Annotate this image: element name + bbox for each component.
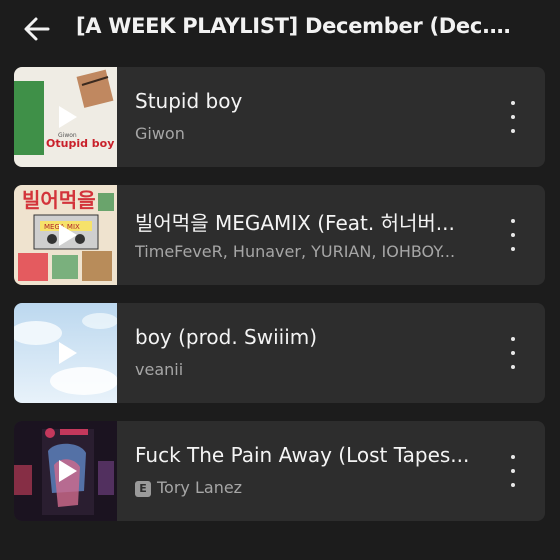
top-bar: [A WEEK PLAYLIST] December (Dec.) 2... (0, 0, 560, 58)
more-dot (511, 219, 515, 223)
track-row[interactable]: Fuck The Pain Away (Lost Tapes... E Tory … (14, 421, 545, 521)
more-options-button[interactable] (503, 101, 523, 133)
track-title: Stupid boy (135, 89, 243, 113)
more-dot (511, 351, 515, 355)
svg-text:Otupid boy: Otupid boy (46, 137, 114, 150)
more-dot (511, 129, 515, 133)
track-row[interactable]: Giwon Otupid boy Stupid boy Giwon (14, 67, 545, 167)
more-dot (511, 101, 515, 105)
track-row[interactable]: boy (prod. Swiiim) veanii (14, 303, 545, 403)
more-dot (511, 115, 515, 119)
more-dot (511, 455, 515, 459)
playlist-title: [A WEEK PLAYLIST] December (Dec.) 2... (76, 14, 516, 38)
track-title: Fuck The Pain Away (Lost Tapes... (135, 443, 470, 467)
album-art-boy (14, 303, 117, 403)
more-dot (511, 483, 515, 487)
more-options-button[interactable] (503, 455, 523, 487)
play-icon[interactable] (57, 458, 79, 484)
track-artist: E Tory Lanez (135, 478, 475, 497)
track-row[interactable]: 빌어먹을 MEGA MIX 빌어먹을 MEGAMIX (Feat. 허너버...… (14, 185, 545, 285)
more-dot (511, 247, 515, 251)
more-options-button[interactable] (503, 337, 523, 369)
track-artist: TimeFeveR, Hunaver, YURIAN, IOHBOY... (135, 242, 456, 261)
back-button[interactable] (20, 12, 54, 46)
track-title: boy (prod. Swiiim) (135, 325, 318, 349)
album-art-megamix: 빌어먹을 MEGA MIX (14, 185, 117, 285)
track-artist: Giwon (135, 124, 185, 143)
more-dot (511, 365, 515, 369)
play-icon[interactable] (57, 340, 79, 366)
album-art-stupid-boy: Giwon Otupid boy (14, 67, 117, 167)
more-dot (511, 233, 515, 237)
track-artist-name: Tory Lanez (157, 478, 243, 497)
play-icon[interactable] (57, 222, 79, 248)
more-options-button[interactable] (503, 219, 523, 251)
play-icon[interactable] (57, 104, 79, 130)
arrow-left-icon (24, 17, 50, 41)
more-dot (511, 337, 515, 341)
track-title: 빌어먹을 MEGAMIX (Feat. 허너버... (135, 211, 455, 235)
more-dot (511, 469, 515, 473)
track-list: Giwon Otupid boy Stupid boy Giwon 빌어먹을 M… (14, 67, 545, 539)
explicit-badge: E (135, 481, 151, 497)
svg-text:빌어먹을: 빌어먹을 (22, 188, 96, 212)
playlist-screen: [A WEEK PLAYLIST] December (Dec.) 2... G… (0, 0, 560, 560)
track-artist: veanii (135, 360, 184, 379)
album-art-fuck-the-pain-away (14, 421, 117, 521)
